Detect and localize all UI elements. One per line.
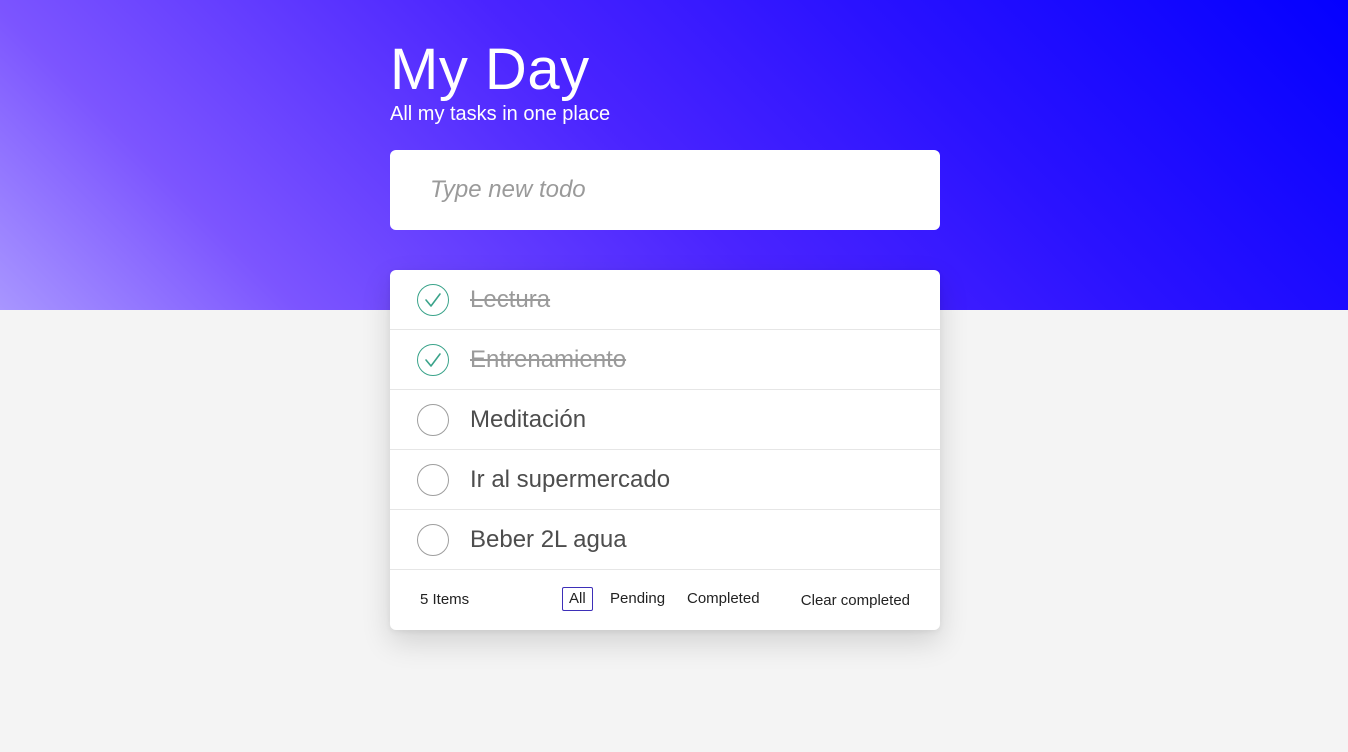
todo-label: Lectura bbox=[470, 286, 551, 313]
todo-item[interactable]: Meditación bbox=[390, 390, 940, 450]
filter-pending[interactable]: Pending bbox=[603, 587, 672, 611]
new-todo-input[interactable] bbox=[390, 150, 940, 230]
check-icon bbox=[425, 353, 441, 367]
todo-label: Beber 2L agua bbox=[470, 526, 627, 553]
todo-label: Meditación bbox=[470, 406, 587, 433]
todo-label: Entrenamiento bbox=[470, 346, 627, 373]
todo-label: Ir al supermercado bbox=[470, 466, 671, 493]
todo-item[interactable]: Lectura bbox=[390, 270, 940, 330]
todo-toggle[interactable] bbox=[417, 404, 449, 436]
todo-item[interactable]: Ir al supermercado bbox=[390, 450, 940, 510]
todo-list: Lectura Entrenamiento Meditación Ir al s… bbox=[390, 270, 940, 630]
filter-all[interactable]: All bbox=[562, 587, 593, 611]
todo-toggle[interactable] bbox=[417, 284, 449, 316]
todo-item[interactable]: Beber 2L agua bbox=[390, 510, 940, 570]
todo-footer: 5 Items All Pending Completed Clear comp… bbox=[390, 570, 940, 630]
todo-item[interactable]: Entrenamiento bbox=[390, 330, 940, 390]
filter-completed[interactable]: Completed bbox=[680, 587, 767, 611]
check-icon bbox=[425, 293, 441, 307]
items-count: 5 Items bbox=[420, 591, 470, 608]
page-subtitle: All my tasks in one place bbox=[390, 103, 611, 125]
clear-completed-button[interactable]: Clear completed bbox=[801, 592, 910, 609]
page-title: My Day bbox=[390, 37, 590, 102]
todo-toggle[interactable] bbox=[417, 524, 449, 556]
todo-toggle[interactable] bbox=[417, 464, 449, 496]
todo-toggle[interactable] bbox=[417, 344, 449, 376]
